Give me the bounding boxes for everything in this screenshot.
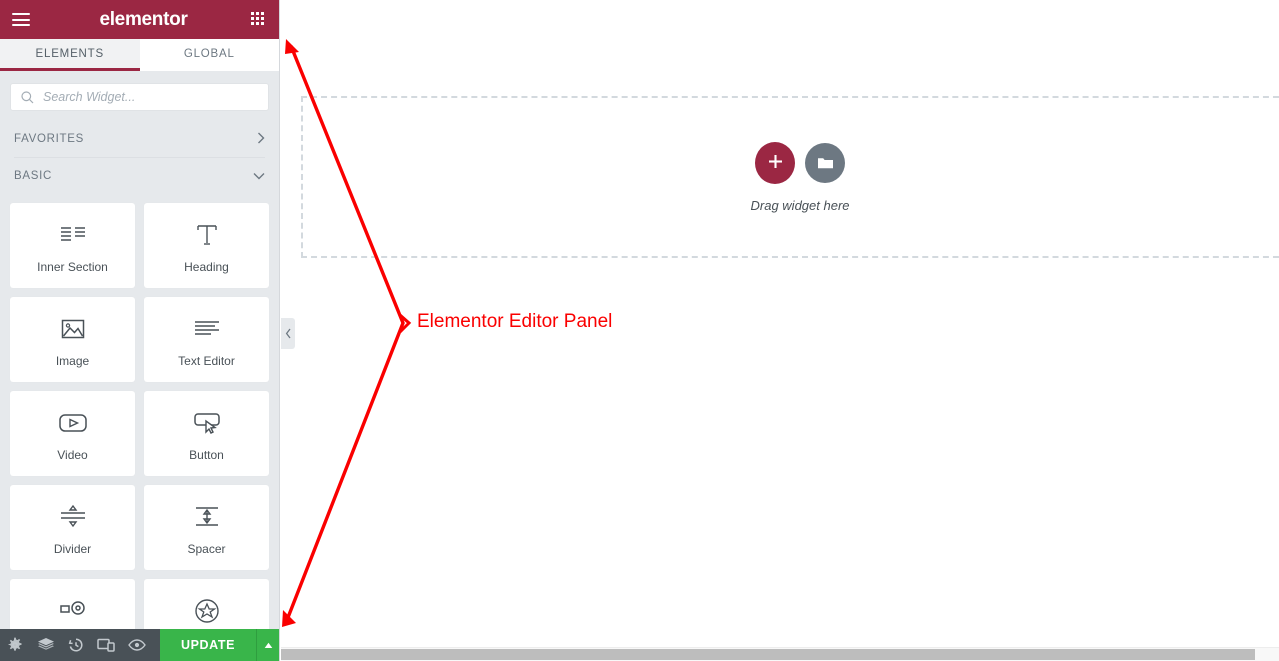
plus-icon <box>768 155 782 168</box>
widget-label: Text Editor <box>178 353 235 368</box>
widget-image[interactable]: Image <box>10 297 135 382</box>
history-icon[interactable] <box>61 629 91 661</box>
update-group: UPDATE <box>159 629 279 661</box>
hamburger-icon[interactable] <box>12 13 30 26</box>
widget-label: Image <box>55 353 90 368</box>
update-options-caret-icon[interactable] <box>256 629 279 661</box>
widget-spacer[interactable]: Spacer <box>144 485 269 570</box>
apps-grid-icon[interactable] <box>251 12 266 27</box>
tab-global[interactable]: GLOBAL <box>139 39 279 71</box>
section-title-basic: BASIC <box>14 170 53 182</box>
heading-t-icon <box>194 218 220 252</box>
gear-icon[interactable] <box>0 629 30 661</box>
drop-area-buttons <box>755 141 845 184</box>
section-header-basic[interactable]: BASIC <box>0 158 279 194</box>
elementor-logo: elementor <box>99 8 188 30</box>
section-drop-area[interactable]: Drag widget here <box>301 96 1279 258</box>
columns-icon <box>60 218 86 252</box>
chevron-right-icon <box>257 132 265 146</box>
scrollbar-thumb[interactable] <box>281 649 1255 660</box>
widget-video[interactable]: Video <box>10 391 135 476</box>
canvas-horizontal-scrollbar[interactable] <box>281 647 1279 661</box>
layers-icon[interactable] <box>30 629 60 661</box>
canvas-viewport: Drag widget here <box>281 0 1279 648</box>
widget-label: Video <box>57 447 88 462</box>
widget-label: Spacer <box>187 541 226 556</box>
widget-grid: Inner Section Heading Image Text Editor … <box>0 194 279 629</box>
search-row <box>0 71 279 121</box>
search-input[interactable] <box>41 89 258 105</box>
widget-label: Divider <box>53 541 92 556</box>
widget-icon-element[interactable]: Icon <box>144 579 269 629</box>
editor-canvas[interactable]: Drag widget here <box>281 0 1279 661</box>
panel-footer: UPDATE <box>0 629 279 661</box>
drop-area-hint: Drag widget here <box>750 197 850 213</box>
widget-inner-section[interactable]: Inner Section <box>10 203 135 288</box>
divider-arrows-icon <box>58 500 88 534</box>
search-icon <box>21 90 34 103</box>
responsive-icon[interactable] <box>91 629 121 661</box>
section-title-favorites: FAVORITES <box>14 133 84 145</box>
button-cursor-icon <box>192 406 222 440</box>
search-box[interactable] <box>10 83 269 111</box>
widget-google-maps[interactable]: Google Maps <box>10 579 135 629</box>
tab-elements[interactable]: ELEMENTS <box>0 39 140 71</box>
widget-label: Button <box>189 447 224 462</box>
panel-body: FAVORITES BASIC <box>0 71 279 629</box>
add-template-button[interactable] <box>805 142 845 183</box>
elementor-editor-panel: elementor ELEMENTS GLOBAL Search Widget.… <box>0 0 280 661</box>
section-header-favorites[interactable]: FAVORITES <box>0 121 279 157</box>
chevron-left-icon <box>285 328 291 339</box>
update-button[interactable]: UPDATE <box>159 629 257 661</box>
add-new-section-button[interactable] <box>755 141 795 184</box>
widget-button[interactable]: Button <box>144 391 269 476</box>
chevron-down-icon <box>253 170 265 182</box>
map-pin-icon <box>56 594 90 628</box>
widget-heading[interactable]: Heading <box>144 203 269 288</box>
elementor-editor-window: elementor ELEMENTS GLOBAL Search Widget.… <box>0 0 1279 661</box>
folder-icon <box>817 157 833 168</box>
panel-tabs: ELEMENTS GLOBAL <box>0 39 279 72</box>
image-icon <box>60 312 86 346</box>
widget-text-editor[interactable]: Text Editor <box>144 297 269 382</box>
text-lines-icon <box>193 312 221 346</box>
widget-divider[interactable]: Divider <box>10 485 135 570</box>
widget-label: Inner Section <box>37 259 108 274</box>
widget-label: Heading <box>184 259 229 274</box>
eye-icon[interactable] <box>122 629 152 661</box>
spacer-arrows-icon <box>192 500 222 534</box>
panel-header: elementor <box>0 0 279 39</box>
star-circle-icon <box>193 594 221 628</box>
video-play-icon <box>58 406 88 440</box>
panel-collapse-handle[interactable] <box>281 318 295 349</box>
